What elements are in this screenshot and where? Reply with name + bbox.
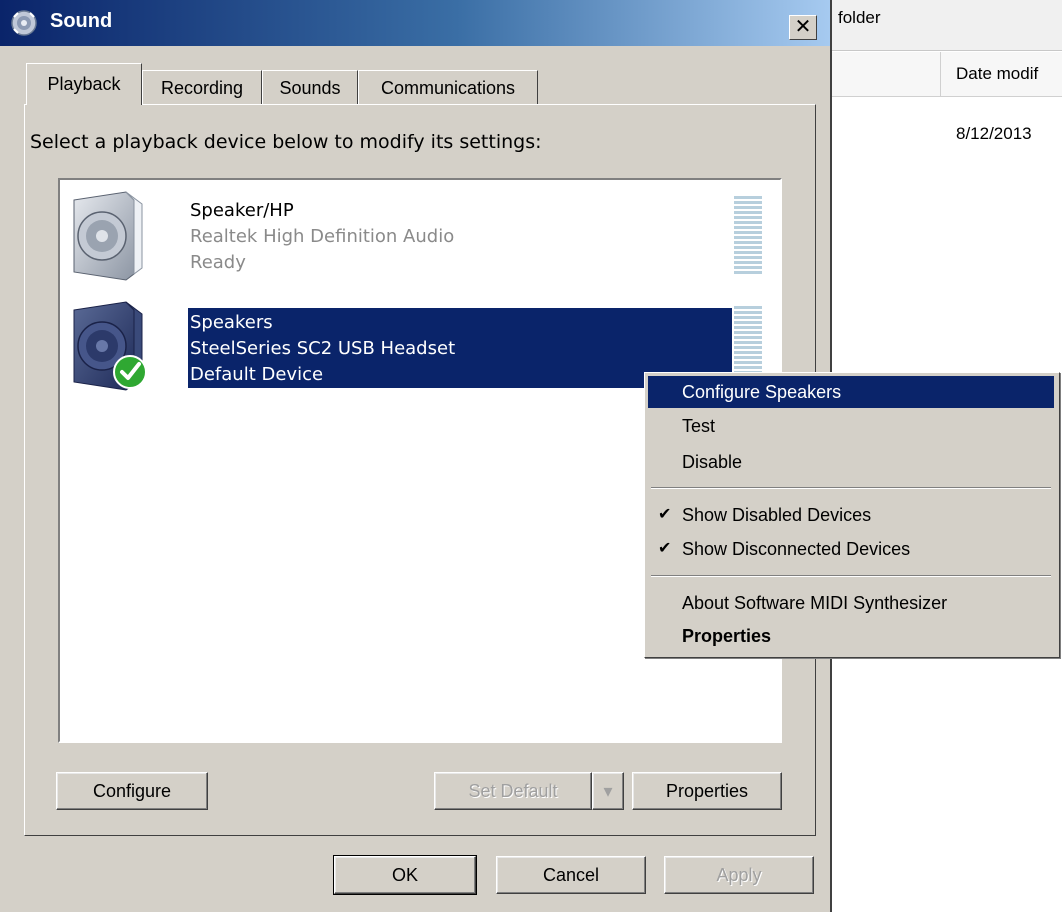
device-description: SteelSeries SC2 USB Headset (190, 338, 456, 359)
sound-app-icon (11, 10, 37, 36)
properties-button[interactable]: Properties (632, 772, 782, 810)
menu-separator (651, 575, 1051, 577)
device-info-speakers: Speakers SteelSeries SC2 USB Headset Def… (190, 310, 455, 388)
device-info-speaker-hp: Speaker/HP Realtek High Definition Audio… (190, 198, 454, 276)
title-bar[interactable]: Sound ✕ (0, 0, 830, 46)
checkmark-icon: ✔ (658, 540, 672, 557)
close-button[interactable]: ✕ (789, 15, 817, 40)
apply-button[interactable]: Apply (664, 856, 814, 894)
menu-item-label: Configure Speakers (682, 382, 842, 402)
set-default-button[interactable]: Set Default (434, 772, 592, 810)
cancel-button[interactable]: Cancel (496, 856, 646, 894)
file-date-value: 8/12/2013 (956, 124, 1032, 143)
menu-item-label: Show Disconnected Devices (682, 539, 911, 559)
folder-text: folder (838, 8, 881, 27)
speaker-default-icon (73, 301, 147, 391)
menu-item-disable[interactable]: Disable (648, 446, 1054, 478)
menu-item-configure-speakers[interactable]: Configure Speakers (648, 376, 1054, 408)
menu-item-label: Disable (682, 452, 743, 472)
menu-item-label: Test (682, 416, 716, 436)
close-icon: ✕ (794, 14, 812, 38)
menu-item-label: Properties (682, 626, 772, 646)
device-name: Speaker/HP (190, 200, 294, 221)
device-status: Ready (190, 252, 246, 273)
explorer-address-bar: folder (830, 0, 1062, 51)
tab-recording[interactable]: Recording (142, 70, 262, 104)
configure-button[interactable]: Configure (56, 772, 208, 810)
menu-item-label: Show Disabled Devices (682, 505, 872, 525)
tab-communications[interactable]: Communications (358, 70, 538, 104)
explorer-column-header: Date modif (830, 52, 1062, 97)
checkmark-icon: ✔ (658, 506, 672, 523)
tab-sounds[interactable]: Sounds (262, 70, 358, 104)
tab-playback[interactable]: Playback (26, 63, 142, 105)
menu-item-test[interactable]: Test (648, 410, 1054, 442)
menu-item-show-disconnected-devices[interactable]: ✔ Show Disconnected Devices (648, 533, 1054, 565)
set-default-dropdown-button[interactable]: ▾ (592, 772, 624, 810)
device-status: Default Device (190, 364, 324, 385)
speaker-icon (73, 191, 143, 281)
ok-button[interactable]: OK (333, 855, 477, 895)
menu-item-label: About Software MIDI Synthesizer (682, 593, 948, 613)
window-title: Sound (50, 10, 113, 32)
menu-separator (651, 487, 1051, 489)
volume-meter (734, 196, 762, 274)
device-name: Speakers (190, 312, 273, 333)
context-menu: Configure Speakers Test Disable ✔ Show Di… (644, 372, 1060, 658)
instruction-text: Select a playback device below to modify… (30, 131, 542, 153)
chevron-down-icon: ▾ (603, 781, 613, 801)
menu-item-about-midi-synthesizer[interactable]: About Software MIDI Synthesizer (648, 587, 1054, 619)
menu-item-show-disabled-devices[interactable]: ✔ Show Disabled Devices (648, 499, 1054, 531)
device-description: Realtek High Definition Audio (190, 226, 455, 247)
column-header-name[interactable] (830, 52, 941, 96)
menu-item-properties[interactable]: Properties (648, 620, 1054, 652)
column-header-date-modified[interactable]: Date modif (956, 64, 1038, 84)
